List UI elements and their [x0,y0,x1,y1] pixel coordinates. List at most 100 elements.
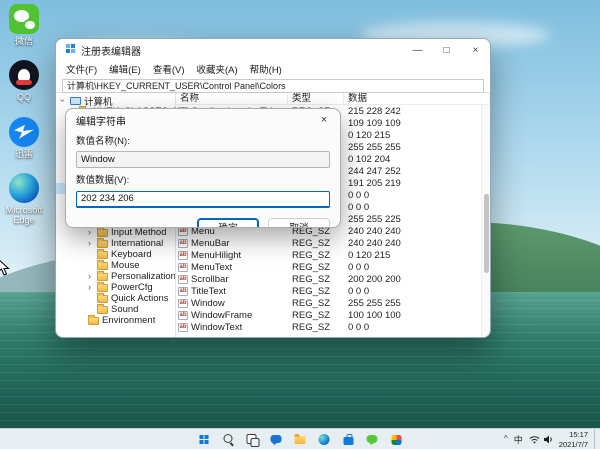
network-icon [529,435,540,444]
value-name: MenuHilight [191,250,241,261]
list-row-MenuText[interactable]: abMenuText REG_SZ 0 0 0 [176,261,490,273]
dialog-close-icon[interactable]: × [314,114,334,128]
folder-icon [97,251,108,259]
list-row-TitleText[interactable]: abTitleText REG_SZ 0 0 0 [176,285,490,297]
hidden-icons-chevron[interactable]: ^ [504,434,508,443]
taskbar-center [196,429,405,449]
chevron-right-icon[interactable] [86,238,94,249]
value-name-input[interactable] [76,151,330,168]
taskbar-start-icon[interactable] [196,431,213,448]
chevron-right-icon[interactable] [86,293,94,304]
menu-view[interactable]: 查看(V) [148,62,190,76]
ime-indicator[interactable]: 中 [514,433,523,446]
value-name: Scrollbar [191,274,229,285]
list-row-Window[interactable]: abWindow REG_SZ 255 255 255 [176,297,490,309]
folder-icon [97,273,108,281]
list-row-WindowFrame[interactable]: abWindowFrame REG_SZ 100 100 100 [176,309,490,321]
tree-item-input-method[interactable]: Input Method [56,227,175,238]
tree-item-environment[interactable]: Environment [56,315,175,326]
column-header-name[interactable]: 名称 [176,93,288,105]
cancel-button[interactable]: 取消 [268,218,330,229]
value-name: WindowText [191,322,242,333]
address-bar [56,76,490,93]
taskbar-edge-icon[interactable] [316,431,333,448]
menu-help[interactable]: 帮助(H) [245,62,287,76]
tree-item-mouse[interactable]: Mouse [56,260,175,271]
chevron-right-icon[interactable] [86,304,94,315]
desktop-icon-qq[interactable]: QQ [1,60,47,102]
chevron-right-icon[interactable] [77,315,85,326]
dialog-title-bar[interactable]: 编辑字符串 × [66,109,340,129]
tree-item-sound[interactable]: Sound [56,304,175,315]
close-button[interactable]: × [461,39,490,61]
menu-favorites[interactable]: 收藏夹(A) [191,62,242,76]
tree-item-计算机[interactable]: 计算机 [56,95,175,106]
value-data-input[interactable] [76,191,330,208]
desktop-icon-edge[interactable]: Microsoft Edge [1,173,47,226]
tree-item-powercfg[interactable]: PowerCfg [56,282,175,293]
value-data: 255 255 255 [344,142,490,153]
value-data: 215 228 242 [344,106,490,117]
mouse-cursor [0,258,10,281]
value-data: 0 0 0 [344,286,490,297]
desktop-icon-wechat[interactable]: 微信 [1,4,47,46]
taskbar-taskview-icon[interactable] [244,431,261,448]
chevron-right-icon[interactable] [86,282,94,293]
tree-item-quick-actions[interactable]: Quick Actions [56,293,175,304]
minimize-button[interactable]: — [403,39,432,61]
taskbar-wechat-icon[interactable] [364,431,381,448]
value-name: MenuBar [191,238,230,249]
taskbar-chat-icon[interactable] [268,431,285,448]
tree-item-label: Keyboard [111,249,152,260]
value-name: WindowFrame [191,310,252,321]
taskbar-search-icon[interactable] [220,431,237,448]
value-name: MenuText [191,262,232,273]
value-data: 100 100 100 [344,310,490,321]
qq-icon [9,60,39,90]
folder-icon [88,317,99,325]
chevron-down-icon[interactable] [59,95,67,106]
title-bar[interactable]: 注册表编辑器 — □ × [56,39,490,61]
list-row-MenuBar[interactable]: abMenuBar REG_SZ 240 240 240 [176,237,490,249]
value-data: 0 0 0 [344,190,490,201]
value-type: REG_SZ [288,250,344,261]
chevron-right-icon[interactable] [86,260,94,271]
show-desktop-button[interactable] [594,429,597,449]
list-row-WindowText[interactable]: abWindowText REG_SZ 0 0 0 [176,321,490,333]
taskbar-store-icon[interactable] [340,431,357,448]
chevron-right-icon[interactable] [86,227,94,238]
tree-item-personalization[interactable]: Personalization [56,271,175,282]
menu-file[interactable]: 文件(F) [61,62,102,76]
taskbar-photos-icon[interactable] [388,431,405,448]
maximize-button[interactable]: □ [432,39,461,61]
column-header-data[interactable]: 数据 [344,93,490,105]
list-row-MenuHilight[interactable]: abMenuHilight REG_SZ 0 120 215 [176,249,490,261]
list-row-Scrollbar[interactable]: abScrollbar REG_SZ 200 200 200 [176,273,490,285]
folder-icon [97,295,108,303]
reg-sz-icon: ab [178,275,188,284]
reg-sz-icon: ab [178,251,188,260]
column-header-type[interactable]: 类型 [288,93,344,105]
chevron-right-icon[interactable] [86,249,94,260]
tree-item-keyboard[interactable]: Keyboard [56,249,175,260]
tree-item-international[interactable]: International [56,238,175,249]
menu-edit[interactable]: 编辑(E) [104,62,146,76]
desktop-icon-thunder[interactable]: 迅雷 [1,117,47,159]
status-icons[interactable] [529,435,553,444]
tree-item-label: Input Method [111,227,166,238]
scrollbar-thumb[interactable] [484,194,489,274]
tree-item-label: Quick Actions [111,293,169,304]
value-data: 0 0 0 [344,262,490,273]
value-type: REG_SZ [288,310,344,321]
taskbar-explorer-icon[interactable] [292,431,309,448]
thunder-icon [9,117,39,147]
value-data: 191 205 219 [344,178,490,189]
ok-button[interactable]: 确定 [197,218,259,229]
taskbar-clock[interactable]: 15:17 2021/7/7 [559,430,588,449]
desktop-icon-label: Microsoft Edge [1,205,47,226]
list-scrollbar[interactable] [481,105,490,338]
wechat-icon [9,4,39,34]
address-input[interactable] [62,79,484,93]
chevron-right-icon[interactable] [86,271,94,282]
tree-item-label: Sound [111,304,138,315]
